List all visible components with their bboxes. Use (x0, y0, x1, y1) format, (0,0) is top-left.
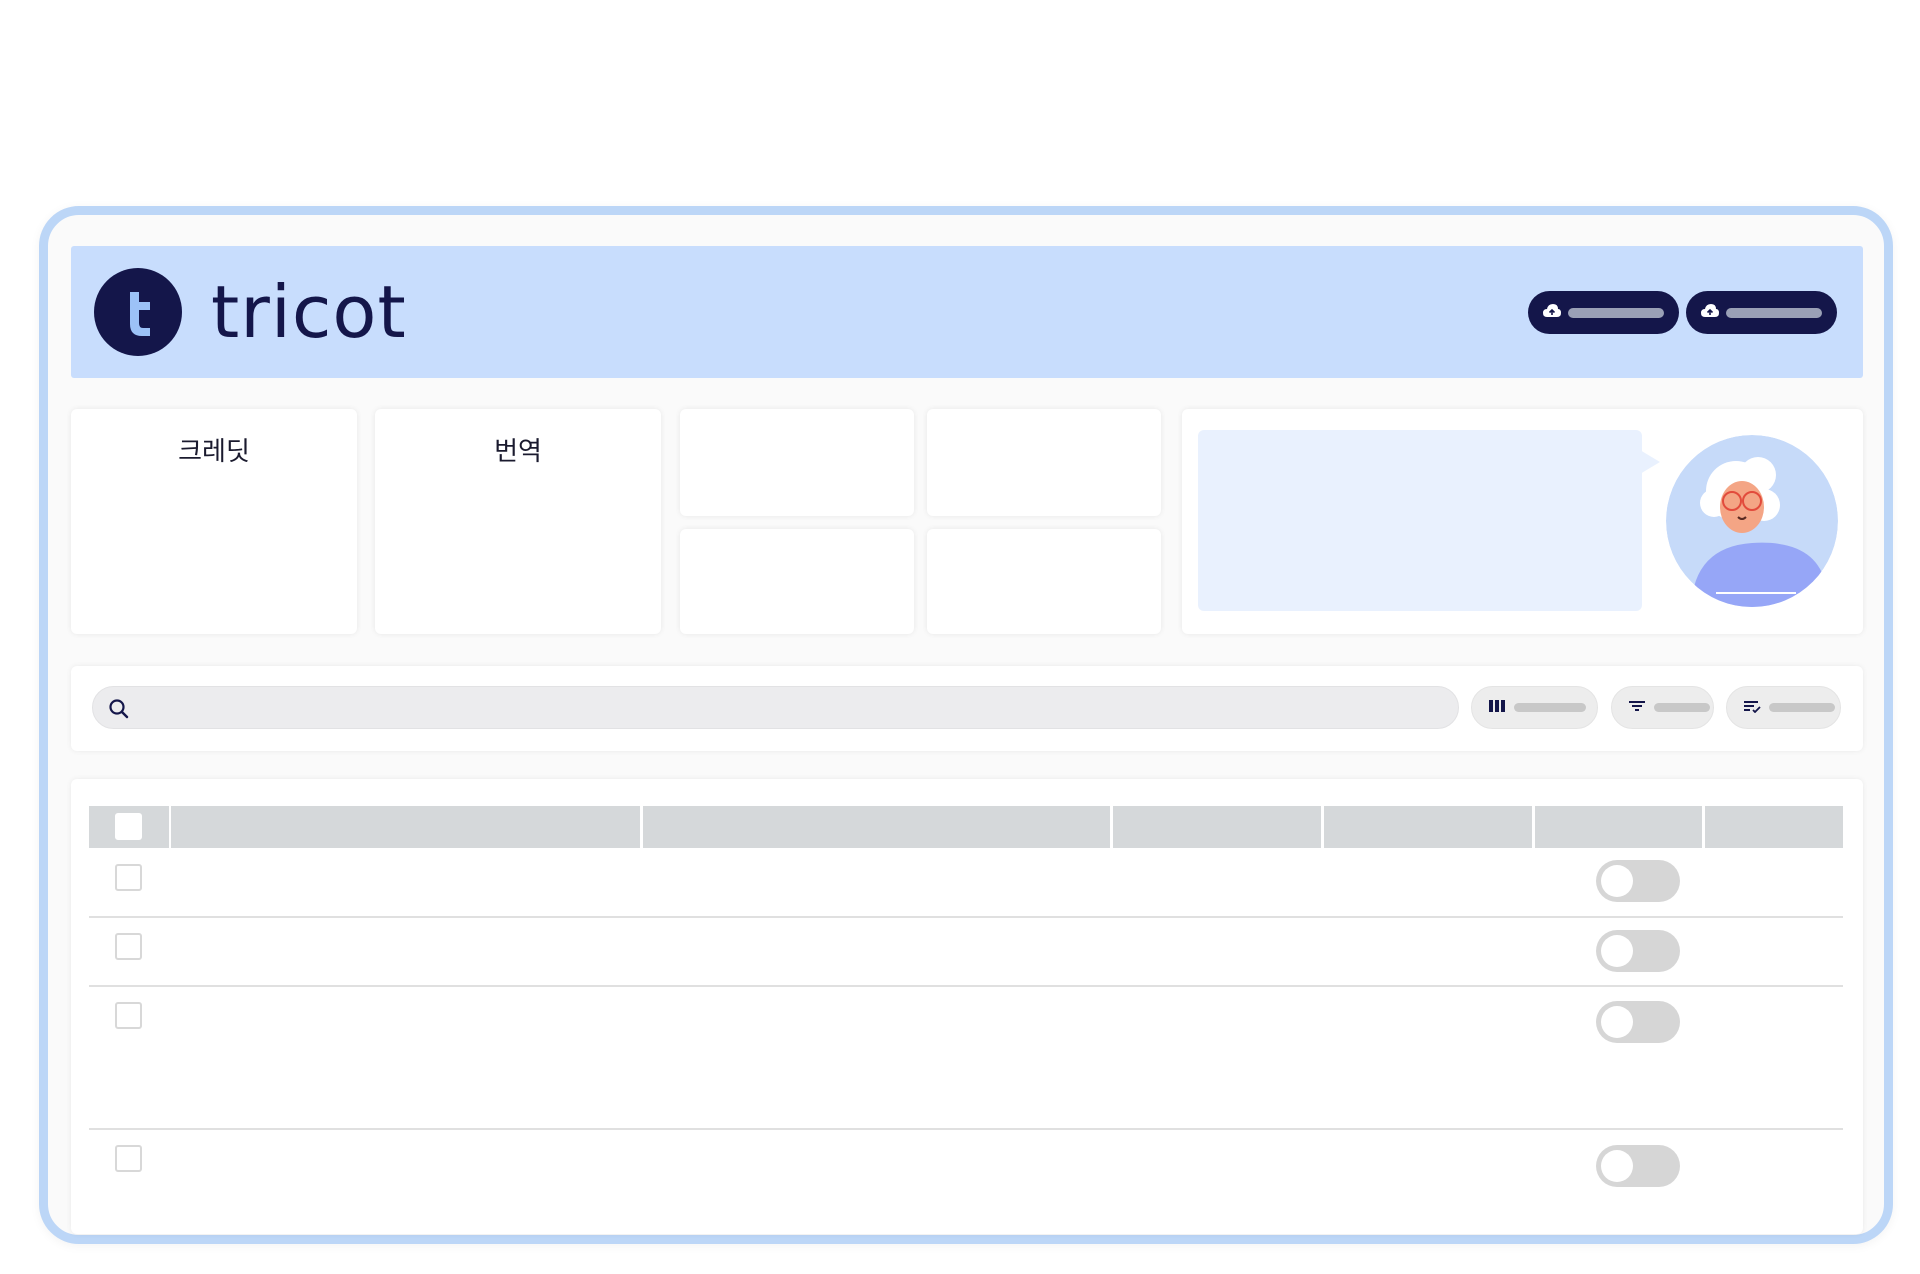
speech-bubble (1198, 430, 1642, 611)
translation-card-title: 번역 (494, 437, 542, 467)
filter-button[interactable] (1611, 686, 1714, 729)
search-bar[interactable] (92, 686, 1459, 729)
credit-card[interactable]: 크레딧 (71, 409, 357, 634)
row-checkbox[interactable] (115, 1002, 142, 1029)
columns-button[interactable] (1471, 686, 1598, 729)
row-checkbox[interactable] (115, 1145, 142, 1172)
table-header-cell-select (89, 806, 169, 848)
search-input[interactable] (141, 687, 1442, 728)
table-row (89, 1130, 1843, 1220)
sort-icon (1743, 698, 1761, 717)
speech-bubble-tail (1640, 450, 1660, 474)
table-toolbar (71, 666, 1863, 751)
header-button-label-placeholder (1726, 307, 1822, 318)
credit-card-title: 크레딧 (178, 437, 250, 467)
table-header-cell[interactable] (643, 806, 1110, 848)
header-upload-button-2[interactable] (1686, 291, 1837, 334)
app-header: tricot (71, 246, 1863, 378)
cloud-upload-icon (1700, 303, 1720, 323)
table-row (89, 848, 1843, 916)
row-toggle[interactable] (1596, 1001, 1680, 1043)
select-all-checkbox[interactable] (115, 813, 142, 840)
filter-label-placeholder (1654, 703, 1710, 712)
stat-card-small[interactable] (680, 529, 914, 634)
stat-card-small[interactable] (927, 409, 1161, 516)
brand-name: tricot (211, 270, 407, 354)
toggle-knob (1601, 1006, 1633, 1038)
search-icon (107, 697, 131, 721)
table-row (89, 918, 1843, 985)
table-header-cell[interactable] (1535, 806, 1702, 848)
header-button-label-placeholder (1568, 307, 1664, 318)
sort-label-placeholder (1769, 703, 1835, 712)
row-checkbox[interactable] (115, 933, 142, 960)
data-table-panel (71, 779, 1863, 1234)
table-header-cell[interactable] (1113, 806, 1321, 848)
stat-card-small[interactable] (680, 409, 914, 516)
table-row (89, 987, 1843, 1128)
assistant-avatar (1666, 435, 1838, 607)
translation-card[interactable]: 번역 (375, 409, 661, 634)
header-upload-button-1[interactable] (1528, 291, 1679, 334)
columns-label-placeholder (1514, 703, 1586, 712)
row-toggle[interactable] (1596, 860, 1680, 902)
filter-icon (1628, 698, 1646, 717)
toggle-knob (1601, 865, 1633, 897)
table-header-cell[interactable] (1705, 806, 1843, 848)
logo-icon (94, 268, 182, 356)
stat-card-small[interactable] (927, 529, 1161, 634)
toggle-knob (1601, 935, 1633, 967)
toggle-knob (1601, 1150, 1633, 1182)
cloud-upload-icon (1542, 303, 1562, 323)
columns-icon (1488, 698, 1506, 717)
table-header-cell[interactable] (1324, 806, 1532, 848)
table-header (89, 806, 1843, 848)
sort-button[interactable] (1726, 686, 1841, 729)
row-checkbox[interactable] (115, 864, 142, 891)
row-toggle[interactable] (1596, 930, 1680, 972)
row-toggle[interactable] (1596, 1145, 1680, 1187)
table-header-cell[interactable] (171, 806, 640, 848)
